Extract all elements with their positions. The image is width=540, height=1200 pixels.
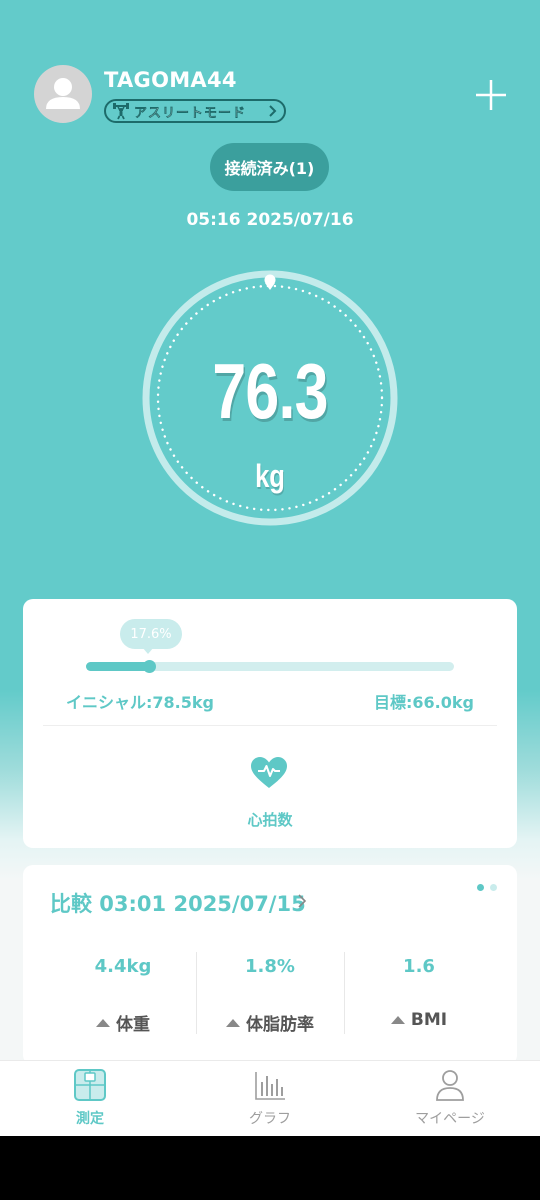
avatar[interactable] — [34, 65, 92, 123]
page-dot-active — [477, 884, 484, 891]
nav-item-measure[interactable]: 測定 — [0, 1068, 180, 1128]
heart-rate-label[interactable]: 心拍数 — [0, 809, 540, 830]
progress-fill — [86, 662, 149, 671]
body-fat-diff-label: 体脂肪率 — [195, 1010, 345, 1035]
gauge-marker — [264, 274, 276, 290]
weight-value: 76.3 — [212, 347, 328, 435]
add-icon[interactable] — [474, 78, 508, 112]
bar-chart-icon — [255, 1072, 285, 1100]
initial-weight-label: イニシャル:78.5kg — [66, 693, 214, 712]
weightlifter-icon — [113, 103, 129, 120]
weight-unit: kg — [255, 458, 285, 494]
mode-label: アスリートモード — [134, 105, 247, 121]
bubble-tail — [142, 647, 154, 654]
bmi-diff-label: BMI — [344, 1010, 494, 1030]
weight-diff-value: 4.4kg — [94, 956, 152, 977]
nav-label: マイページ — [415, 1111, 485, 1127]
metric-label: BMI — [410, 1010, 448, 1030]
nav-item-graph[interactable]: グラフ — [180, 1068, 360, 1128]
nav-label: 測定 — [76, 1111, 104, 1127]
athlete-mode-button[interactable]: アスリートモード — [104, 99, 286, 123]
weight-diff-label: 体重 — [48, 1010, 198, 1035]
divider — [43, 725, 497, 726]
connection-status-button[interactable]: 接続済み(1) — [210, 143, 329, 191]
username: TAGOMA44 — [104, 68, 237, 92]
body-fat-diff-value: 1.8% — [245, 956, 295, 977]
chevron-right-icon[interactable] — [297, 893, 307, 909]
trend-up-icon — [390, 1016, 405, 1024]
system-navigation-bar — [0, 1136, 540, 1200]
progress-knob — [143, 660, 156, 673]
person-icon — [436, 1070, 464, 1101]
user-silhouette-icon — [46, 78, 80, 109]
bmi-diff-value: 1.6 — [403, 956, 435, 977]
chevron-right-icon — [269, 105, 277, 117]
metric-label: 体重 — [116, 1015, 150, 1035]
nav-label: グラフ — [249, 1111, 291, 1127]
measurement-datetime: 05:16 2025/07/16 — [186, 210, 354, 230]
comparison-title[interactable]: 比較 03:01 2025/07/15 — [50, 888, 306, 918]
trend-up-icon — [96, 1018, 110, 1027]
page-dot — [490, 884, 497, 891]
heart-rate-icon[interactable] — [250, 756, 288, 790]
metric-label: 体脂肪率 — [246, 1015, 314, 1035]
progress-percent-bubble: 17.6% — [120, 619, 182, 649]
goal-weight-label: 目標:66.0kg — [374, 693, 474, 712]
scale-icon — [74, 1069, 106, 1101]
trend-up-icon — [226, 1018, 240, 1027]
nav-item-mypage[interactable]: マイページ — [360, 1068, 540, 1128]
